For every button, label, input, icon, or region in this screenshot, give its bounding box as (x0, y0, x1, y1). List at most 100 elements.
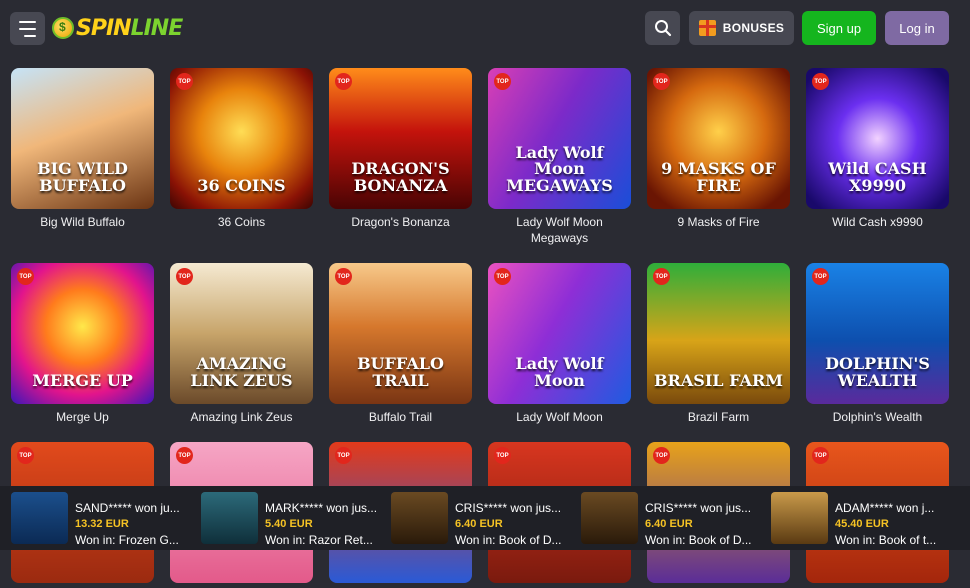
win-username: CRIS***** won jus... (645, 501, 752, 515)
top-badge: TOP (335, 73, 352, 90)
game-card[interactable]: TOP 36 COINS 36 Coins (170, 68, 313, 230)
top-badge: TOP (812, 73, 829, 90)
win-game-thumbnail[interactable] (11, 492, 68, 544)
win-game-name: Won in: Book of t... (835, 533, 937, 547)
game-card[interactable]: TOP BRASIL FARM Brazil Farm (647, 263, 790, 425)
top-badge: TOP (335, 447, 352, 464)
game-card[interactable]: TOP Lady Wolf Moon MEGAWAYS Lady Wolf Moon… (488, 68, 631, 246)
hamburger-line (19, 27, 36, 30)
game-thumbnail[interactable]: TOP DRAGON'S BONANZA (329, 68, 472, 209)
recent-win-item[interactable]: MARK***** won jus... 5.40 EUR Won in: Razo… (201, 492, 386, 547)
game-card[interactable]: TOP MERGE UP Merge Up (11, 263, 154, 425)
top-badge: TOP (494, 268, 511, 285)
top-badge: TOP (335, 268, 352, 285)
win-amount: 6.40 EUR (645, 518, 693, 530)
logo-text-line: LINE (130, 15, 184, 41)
top-badge: TOP (653, 447, 670, 464)
win-game-thumbnail[interactable] (201, 492, 258, 544)
top-badge: TOP (176, 447, 193, 464)
game-thumbnail[interactable]: TOP BUFFALO TRAIL (329, 263, 472, 404)
game-card[interactable]: TOP Lady Wolf Moon Lady Wolf Moon (488, 263, 631, 425)
game-card[interactable]: TOP AMAZING LINK ZEUS Amazing Link Zeus (170, 263, 313, 425)
game-name[interactable]: Amazing Link Zeus (170, 409, 313, 425)
game-name[interactable]: Merge Up (11, 409, 154, 425)
bonuses-button[interactable]: BONUSES (689, 11, 794, 45)
top-badge: TOP (176, 268, 193, 285)
bonuses-label: BONUSES (722, 21, 785, 35)
game-thumbnail[interactable]: TOP BRASIL FARM (647, 263, 790, 404)
game-card[interactable]: TOP DOLPHIN'S WEALTH Dolphin's Wealth (806, 263, 949, 425)
win-amount: 6.40 EUR (455, 518, 503, 530)
recent-win-item[interactable]: ADAM***** won j... 45.40 EUR Won in: Book … (771, 492, 961, 547)
win-game-name: Won in: Book of D... (455, 533, 562, 547)
game-thumbnail[interactable]: TOP DOLPHIN'S WEALTH (806, 263, 949, 404)
win-amount: 5.40 EUR (265, 518, 313, 530)
game-thumbnail-title: BIG WILD BUFFALO (37, 159, 128, 196)
game-name[interactable]: 9 Masks of Fire (647, 214, 790, 230)
top-badge: TOP (812, 447, 829, 464)
game-thumbnail-title: MERGE UP (32, 371, 133, 391)
top-badge: TOP (17, 268, 34, 285)
game-name[interactable]: Dragon's Bonanza (329, 214, 472, 230)
menu-button[interactable] (10, 12, 45, 45)
win-game-thumbnail[interactable] (581, 492, 638, 544)
game-thumbnail-title: 9 MASKS OF FIRE (661, 159, 776, 196)
game-thumbnail[interactable]: TOP MERGE UP (11, 263, 154, 404)
game-thumbnail[interactable]: TOP 36 COINS (170, 68, 313, 209)
login-button[interactable]: Log in (885, 11, 949, 45)
coin-icon (52, 17, 74, 39)
game-thumbnail[interactable]: BIG WILD BUFFALO (11, 68, 154, 209)
game-thumbnail-title: Lady Wolf Moon MEGAWAYS (506, 142, 613, 196)
game-name[interactable]: Big Wild Buffalo (11, 214, 154, 230)
game-card[interactable]: TOP DRAGON'S BONANZA Dragon's Bonanza (329, 68, 472, 230)
top-badge: TOP (494, 447, 511, 464)
game-thumbnail[interactable]: TOP Lady Wolf Moon (488, 263, 631, 404)
top-badge: TOP (653, 73, 670, 90)
search-button[interactable] (645, 11, 680, 45)
logo-text-spin: SPIN (76, 15, 132, 41)
game-thumbnail-title: DOLPHIN'S WEALTH (825, 354, 930, 391)
game-card[interactable]: TOP BUFFALO TRAIL Buffalo Trail (329, 263, 472, 425)
game-name[interactable]: 36 Coins (170, 214, 313, 230)
site-logo[interactable]: SPINLINE (52, 10, 184, 46)
game-thumbnail[interactable]: TOP Lady Wolf Moon MEGAWAYS (488, 68, 631, 209)
top-badge: TOP (176, 73, 193, 90)
game-thumbnail-title: BUFFALO TRAIL (357, 354, 444, 391)
game-name[interactable]: Buffalo Trail (329, 409, 472, 425)
hamburger-line (19, 20, 36, 23)
game-card[interactable]: TOP Wild CASH X9990 Wild Cash x9990 (806, 68, 949, 230)
win-amount: 45.40 EUR (835, 518, 889, 530)
game-card[interactable]: TOP 9 MASKS OF FIRE 9 Masks of Fire (647, 68, 790, 230)
game-name[interactable]: Brazil Farm (647, 409, 790, 425)
game-name[interactable]: Lady Wolf Moon (488, 409, 631, 425)
game-name[interactable]: Dolphin's Wealth (806, 409, 949, 425)
signup-button[interactable]: Sign up (802, 11, 876, 45)
game-thumbnail-title: BRASIL FARM (654, 371, 783, 391)
game-thumbnail-title: DRAGON'S BONANZA (351, 159, 450, 196)
game-thumbnail-title: AMAZING LINK ZEUS (190, 354, 293, 391)
game-name[interactable]: Lady Wolf Moon Megaways (488, 214, 631, 246)
win-game-name: Won in: Frozen G... (75, 533, 179, 547)
recent-win-item[interactable]: SAND***** won ju... 13.32 EUR Won in: Froz… (11, 492, 196, 547)
top-badge: TOP (653, 268, 670, 285)
recent-win-item[interactable]: CRIS***** won jus... 6.40 EUR Won in: Book… (391, 492, 576, 547)
game-thumbnail[interactable]: TOP AMAZING LINK ZEUS (170, 263, 313, 404)
win-username: CRIS***** won jus... (455, 501, 562, 515)
top-badge: TOP (494, 73, 511, 90)
top-badge: TOP (17, 447, 34, 464)
recent-win-item[interactable]: CRIS***** won jus... 6.40 EUR Won in: Book… (581, 492, 766, 547)
win-game-thumbnail[interactable] (771, 492, 828, 544)
top-bar: SPINLINE BONUSES Sign up Log in (0, 0, 970, 56)
game-thumbnail-title: Wild CASH X9990 (828, 159, 927, 196)
game-thumbnail[interactable]: TOP Wild CASH X9990 (806, 68, 949, 209)
game-thumbnail-title: 36 COINS (197, 176, 286, 196)
win-username: SAND***** won ju... (75, 501, 180, 515)
game-name[interactable]: Wild Cash x9990 (806, 214, 949, 230)
game-card[interactable]: BIG WILD BUFFALO Big Wild Buffalo (11, 68, 154, 230)
game-thumbnail[interactable]: TOP 9 MASKS OF FIRE (647, 68, 790, 209)
game-thumbnail-title: Lady Wolf Moon (515, 354, 604, 391)
win-game-thumbnail[interactable] (391, 492, 448, 544)
win-username: MARK***** won jus... (265, 501, 378, 515)
search-icon (654, 20, 671, 37)
win-game-name: Won in: Razor Ret... (265, 533, 373, 547)
